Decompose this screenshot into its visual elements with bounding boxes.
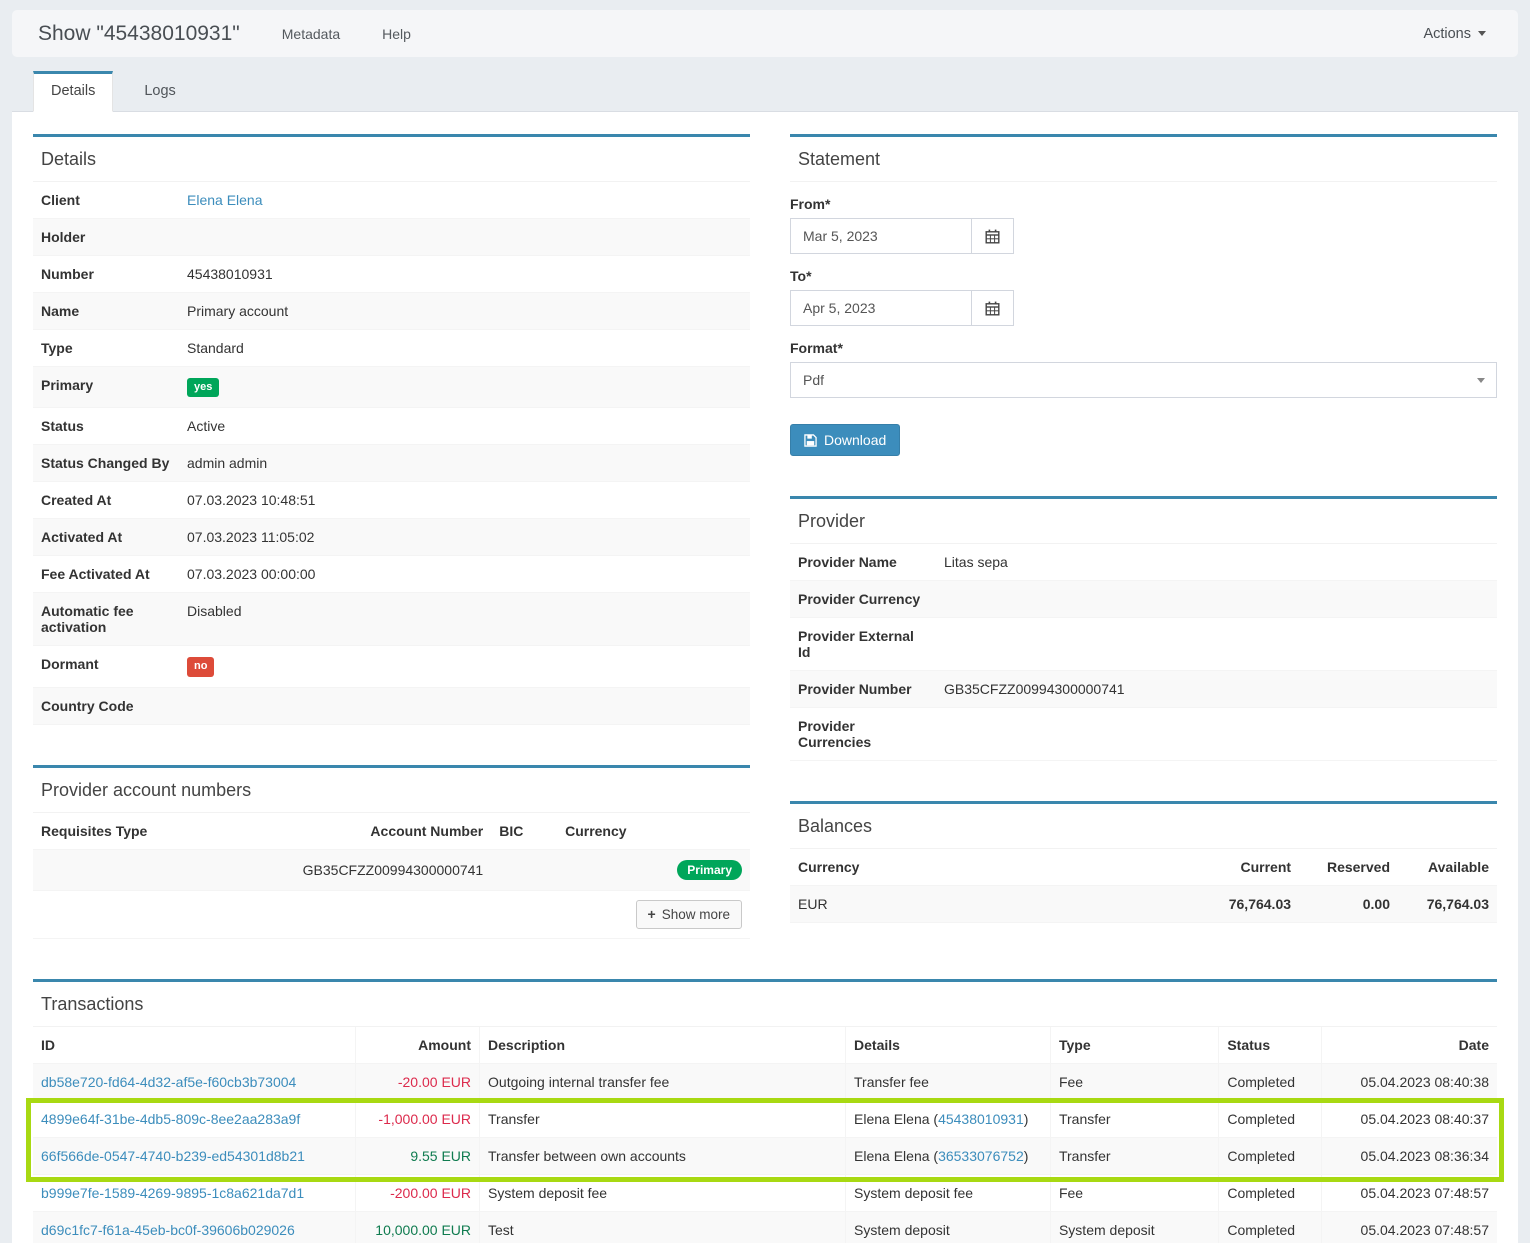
actions-button-label: Actions xyxy=(1423,26,1471,42)
table-row: Provider Name Litas sepa xyxy=(790,544,1497,581)
amount-cell: -1,000.00 EUR xyxy=(355,1100,479,1137)
transaction-id-link[interactable]: 66f566de-0547-4740-b239-ed54301d8b21 xyxy=(41,1148,305,1164)
transaction-id-link[interactable]: db58e720-fd64-4d32-af5e-f60cb3b73004 xyxy=(41,1074,296,1090)
dormant-no-badge: no xyxy=(187,657,214,676)
to-label: To* xyxy=(790,268,1497,284)
caret-down-icon xyxy=(1478,31,1486,36)
table-header-row: Requisites Type Account Number BIC Curre… xyxy=(33,813,750,850)
plus-icon: + xyxy=(648,907,656,921)
provider-table: Provider Name Litas sepa Provider Curren… xyxy=(790,544,1497,761)
account-number-link[interactable]: 36533076752 xyxy=(938,1148,1024,1164)
table-row: Provider Currencies xyxy=(790,708,1497,761)
table-row: Dormant no xyxy=(33,646,750,687)
transaction-row: d69c1fc7-f61a-45eb-bc0f-39606b029026 10,… xyxy=(33,1211,1497,1243)
table-row: Name Primary account xyxy=(33,293,750,330)
table-row: Type Standard xyxy=(33,330,750,367)
table-row: Automatic fee activation Disabled xyxy=(33,593,750,646)
table-row: Country Code xyxy=(33,687,750,724)
transaction-row: b999e7fe-1589-4269-9895-1c8a621da7d1 -20… xyxy=(33,1174,1497,1211)
to-date-input[interactable] xyxy=(790,290,971,326)
page-title: Show "45438010931" xyxy=(38,22,240,46)
table-row: Activated At 07.03.2023 11:05:02 xyxy=(33,519,750,556)
format-label: Format* xyxy=(790,340,1497,356)
from-input-group xyxy=(790,218,1014,254)
amount-cell: -20.00 EUR xyxy=(355,1063,479,1100)
table-row: Holder xyxy=(33,219,750,256)
table-row: Number 45438010931 xyxy=(33,256,750,293)
account-number-cell: GB35CFZZ00994300000741 xyxy=(295,849,492,890)
account-number-link[interactable]: 45438010931 xyxy=(938,1111,1024,1127)
transaction-row: db58e720-fd64-4d32-af5e-f60cb3b73004 -20… xyxy=(33,1063,1497,1100)
tab-bar: Details Logs xyxy=(12,71,1518,112)
transactions-panel: Transactions ID Amount Description Detai… xyxy=(33,979,1497,1243)
transaction-row-highlighted: 66f566de-0547-4740-b239-ed54301d8b21 9.5… xyxy=(33,1137,1497,1174)
client-link[interactable]: Elena Elena xyxy=(187,192,263,208)
table-row: Fee Activated At 07.03.2023 00:00:00 xyxy=(33,556,750,593)
balances-table: Currency Current Reserved Available EUR … xyxy=(790,849,1497,923)
show-more-row: + Show more xyxy=(33,890,750,938)
provider-accounts-table: Requisites Type Account Number BIC Curre… xyxy=(33,813,750,939)
primary-yes-badge: yes xyxy=(187,378,219,397)
provider-accounts-panel: Provider account numbers Requisites Type… xyxy=(33,765,750,939)
from-date-input[interactable] xyxy=(790,218,971,254)
table-row: GB35CFZZ00994300000741 Primary xyxy=(33,849,750,890)
balances-panel: Balances Currency Current Reserved Avail… xyxy=(790,801,1497,923)
format-select[interactable]: Pdf xyxy=(790,362,1497,398)
table-header-row: ID Amount Description Details Type Statu… xyxy=(33,1027,1497,1064)
to-input-group xyxy=(790,290,1014,326)
download-button[interactable]: Download xyxy=(790,424,900,456)
from-calendar-button[interactable] xyxy=(971,218,1014,254)
transaction-id-link[interactable]: d69c1fc7-f61a-45eb-bc0f-39606b029026 xyxy=(41,1222,295,1238)
transaction-id-link[interactable]: b999e7fe-1589-4269-9895-1c8a621da7d1 xyxy=(41,1185,304,1201)
page-header: Show "45438010931" Metadata Help Actions xyxy=(12,10,1518,57)
statement-panel-title: Statement xyxy=(790,137,1497,182)
from-label: From* xyxy=(790,196,1497,212)
show-more-button[interactable]: + Show more xyxy=(636,900,742,929)
calendar-icon xyxy=(985,301,1000,316)
amount-cell: -200.00 EUR xyxy=(355,1174,479,1211)
table-row: Status Changed By admin admin xyxy=(33,445,750,482)
page: Show "45438010931" Metadata Help Actions… xyxy=(0,0,1530,1243)
table-row: Status Active xyxy=(33,408,750,445)
details-panel: Details Client Elena Elena Holder Number xyxy=(33,134,750,725)
balances-panel-title: Balances xyxy=(790,804,1497,849)
provider-panel: Provider Provider Name Litas sepa Provid… xyxy=(790,496,1497,761)
transaction-id-link[interactable]: 4899e64f-31be-4db5-809c-8ee2aa283a9f xyxy=(41,1111,300,1127)
transactions-table: ID Amount Description Details Type Statu… xyxy=(33,1027,1497,1243)
table-header-row: Currency Current Reserved Available xyxy=(790,849,1497,886)
calendar-icon xyxy=(985,229,1000,244)
amount-cell: 9.55 EUR xyxy=(355,1137,479,1174)
table-row: Provider Number GB35CFZZ00994300000741 xyxy=(790,671,1497,708)
tab-logs[interactable]: Logs xyxy=(127,71,192,112)
statement-panel: Statement From* To* xyxy=(790,134,1497,456)
to-calendar-button[interactable] xyxy=(971,290,1014,326)
menu-item-help[interactable]: Help xyxy=(382,26,411,42)
table-row: EUR 76,764.03 0.00 76,764.03 xyxy=(790,886,1497,923)
table-row: Client Elena Elena xyxy=(33,182,750,219)
save-icon xyxy=(804,434,817,447)
tab-details[interactable]: Details xyxy=(33,71,113,112)
transaction-row-highlighted: 4899e64f-31be-4db5-809c-8ee2aa283a9f -1,… xyxy=(33,1100,1497,1137)
tab-content: Details Client Elena Elena Holder Number xyxy=(12,112,1518,1243)
provider-accounts-title: Provider account numbers xyxy=(33,768,750,813)
table-row: Provider External Id xyxy=(790,618,1497,671)
table-row: Primary yes xyxy=(33,367,750,408)
table-row: Created At 07.03.2023 10:48:51 xyxy=(33,482,750,519)
actions-button[interactable]: Actions xyxy=(1417,25,1492,43)
details-panel-title: Details xyxy=(33,137,750,182)
details-table: Client Elena Elena Holder Number 4543801… xyxy=(33,182,750,725)
provider-panel-title: Provider xyxy=(790,499,1497,544)
table-row: Provider Currency xyxy=(790,581,1497,618)
menu-item-metadata[interactable]: Metadata xyxy=(282,26,340,42)
transactions-panel-title: Transactions xyxy=(33,982,1497,1027)
primary-pill-badge: Primary xyxy=(677,860,742,880)
amount-cell: 10,000.00 EUR xyxy=(355,1211,479,1243)
